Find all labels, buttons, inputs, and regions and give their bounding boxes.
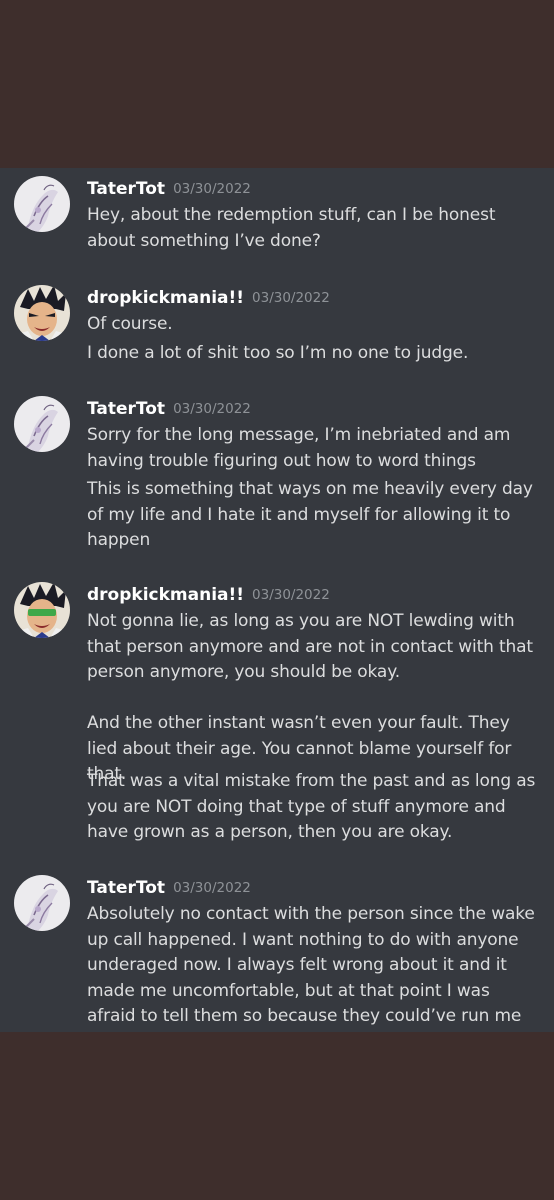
message-header: TaterTot 03/30/2022 [87, 396, 251, 422]
timestamp: 03/30/2022 [173, 401, 251, 417]
anime-character-avatar[interactable] [14, 582, 70, 638]
chat-message-list[interactable]: TaterTot 03/30/2022 Hey, about the redemp… [0, 168, 554, 1052]
message-header: TaterTot 03/30/2022 [87, 875, 251, 901]
timestamp: 03/30/2022 [173, 181, 251, 197]
message-header: dropkickmania!! 03/30/2022 [87, 582, 330, 608]
anime-character-avatar[interactable] [14, 285, 70, 341]
timestamp: 03/30/2022 [252, 587, 330, 603]
message-text: Of course. [87, 314, 173, 334]
tatertot-avatar[interactable] [14, 176, 70, 232]
username[interactable]: TaterTot [87, 179, 165, 199]
username[interactable]: TaterTot [87, 399, 165, 419]
message-header: TaterTot 03/30/2022 [87, 176, 251, 202]
message-header: dropkickmania!! 03/30/2022 [87, 285, 330, 311]
bottom-letterbox [0, 1032, 554, 1200]
tatertot-avatar[interactable] [14, 396, 70, 452]
timestamp: 03/30/2022 [173, 880, 251, 896]
tatertot-avatar[interactable] [14, 875, 70, 931]
username[interactable]: TaterTot [87, 878, 165, 898]
message-text: Hey, about the redemption stuff, can I b… [87, 205, 501, 251]
username[interactable]: dropkickmania!! [87, 585, 244, 605]
username[interactable]: dropkickmania!! [87, 288, 244, 308]
top-letterbox [0, 0, 554, 168]
message-text: That was a vital mistake from the past a… [87, 771, 541, 842]
message-text: Not gonna lie, as long as you are NOT le… [87, 611, 533, 784]
message-text: Sorry for the long message, I’m inebriat… [87, 425, 516, 471]
timestamp: 03/30/2022 [252, 290, 330, 306]
message-text: I done a lot of shit too so I’m no one t… [87, 343, 469, 363]
message-text: This is something that ways on me heavil… [87, 479, 539, 550]
